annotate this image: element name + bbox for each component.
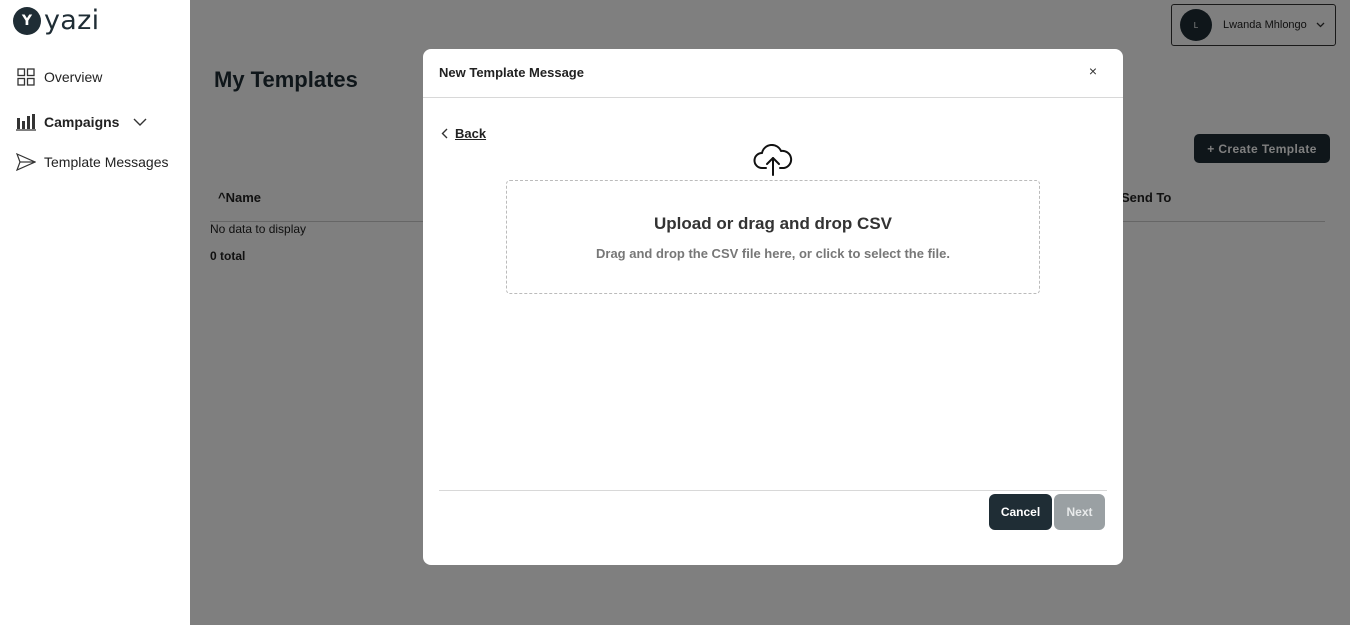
modal-title: New Template Message — [439, 65, 584, 80]
next-button[interactable]: Next — [1054, 494, 1105, 530]
dropzone-subtitle: Drag and drop the CSV file here, or clic… — [596, 246, 950, 261]
sidebar-item-label: Template Messages — [44, 154, 169, 170]
sidebar-item-overview[interactable]: Overview — [16, 67, 102, 87]
close-icon[interactable]: × — [1085, 63, 1101, 79]
back-label: Back — [455, 126, 487, 141]
dropzone-title: Upload or drag and drop CSV — [653, 214, 892, 233]
bar-chart-icon — [16, 112, 36, 132]
sidebar-item-template-messages[interactable]: Template Messages — [16, 152, 169, 172]
sidebar: Y yazi Overview Campaigns Template Messa… — [0, 0, 190, 625]
modal-header: New Template Message × — [423, 49, 1123, 98]
sidebar-item-label: Campaigns — [44, 114, 120, 130]
sidebar-item-label: Overview — [44, 69, 103, 85]
chevron-left-icon — [441, 128, 448, 139]
send-icon — [16, 152, 36, 172]
cloud-upload-icon — [753, 143, 793, 176]
chevron-down-icon[interactable] — [133, 118, 147, 127]
modal-footer-divider — [439, 490, 1107, 491]
new-template-modal: New Template Message × Back Upload or dr… — [423, 49, 1123, 565]
yazi-logo[interactable]: Y yazi — [13, 6, 99, 36]
csv-dropzone[interactable]: Upload or drag and drop CSV Drag and dro… — [506, 180, 1040, 294]
back-link[interactable]: Back — [441, 126, 486, 141]
grid-icon — [16, 67, 36, 87]
logo-text: yazi — [44, 5, 100, 36]
logo-mark: Y — [13, 7, 41, 35]
cancel-button[interactable]: Cancel — [989, 494, 1052, 530]
sidebar-item-campaigns[interactable]: Campaigns — [16, 112, 147, 132]
